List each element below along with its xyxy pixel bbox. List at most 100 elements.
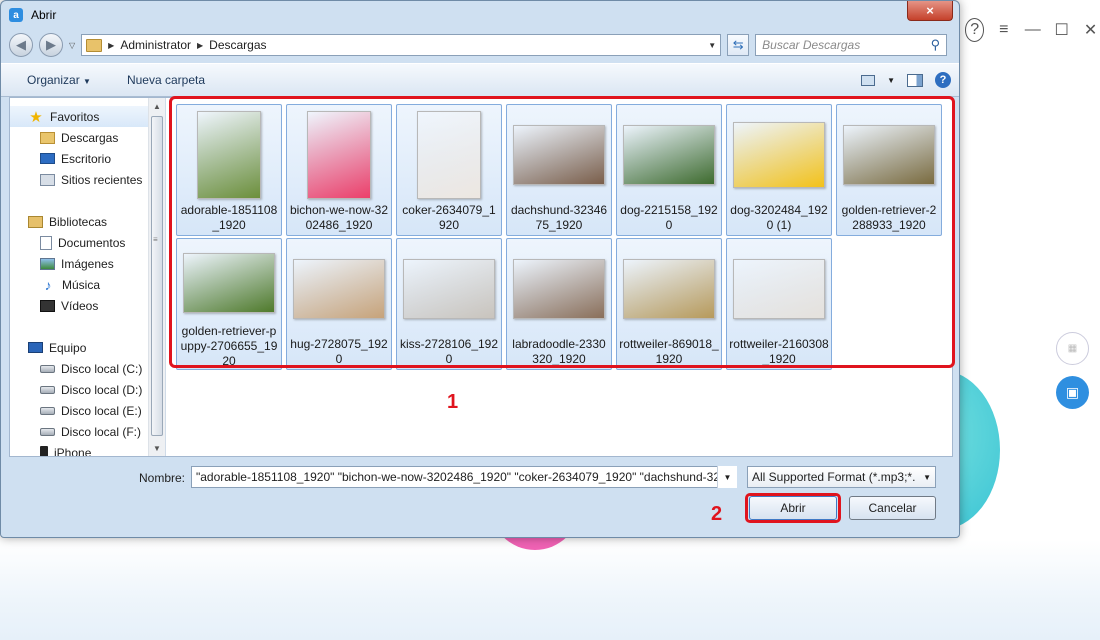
image-thumbnail bbox=[513, 259, 605, 319]
file-type-select[interactable]: All Supported Format (*.mp3;*. ▼ bbox=[747, 466, 936, 488]
breadcrumb-arrow-icon[interactable]: ▶ bbox=[108, 41, 114, 50]
star-icon: ★ bbox=[29, 108, 43, 126]
menu-icon[interactable]: ≡ bbox=[994, 18, 1013, 42]
maximize-icon[interactable]: ☐ bbox=[1052, 18, 1071, 42]
file-item[interactable]: golden-retriever-2288933_1920 bbox=[836, 104, 942, 236]
image-thumbnail bbox=[623, 259, 715, 319]
search-icon[interactable]: ⚲ bbox=[931, 37, 941, 53]
file-item[interactable]: bichon-we-now-3202486_1920 bbox=[286, 104, 392, 236]
thumbnail-frame bbox=[509, 243, 609, 335]
scroll-down-icon[interactable]: ▼ bbox=[149, 440, 165, 456]
video-film-icon bbox=[40, 299, 55, 312]
nav-disk-f[interactable]: Disco local (F:) bbox=[10, 421, 165, 442]
file-name: adorable-1851108_1920 bbox=[180, 203, 278, 232]
nav-libraries[interactable]: Bibliotecas bbox=[10, 211, 165, 232]
address-bar[interactable]: ▶ Administrator ▶ Descargas ▼ bbox=[81, 34, 722, 56]
thumbnail-frame bbox=[509, 109, 609, 201]
file-item[interactable]: golden-retriever-puppy-2706655_1920 bbox=[176, 238, 282, 370]
nav-disk-c[interactable]: Disco local (C:) bbox=[10, 358, 165, 379]
breadcrumb-administrator[interactable]: Administrator bbox=[120, 38, 191, 52]
organize-menu[interactable]: Organizar ▼ bbox=[9, 73, 109, 87]
file-item[interactable]: hug-2728075_1920 bbox=[286, 238, 392, 370]
address-bar-row: ◀ ▶ ▽ ▶ Administrator ▶ Descargas ▼ ⇆ Bu… bbox=[1, 29, 959, 61]
search-input[interactable]: Buscar Descargas ⚲ bbox=[755, 34, 948, 56]
grid-icon[interactable]: ▦ bbox=[1056, 332, 1089, 365]
file-grid: adorable-1851108_1920 bichon-we-now-32024… bbox=[176, 104, 942, 370]
hard-drive-icon bbox=[40, 406, 55, 415]
file-item[interactable]: rottweiler-2160308_1920 bbox=[726, 238, 832, 370]
images-icon bbox=[40, 257, 55, 270]
libraries-icon bbox=[28, 215, 43, 228]
nav-downloads[interactable]: Descargas bbox=[10, 127, 165, 148]
thumbnail-frame bbox=[179, 243, 279, 322]
scroll-thumb[interactable] bbox=[151, 116, 163, 436]
nav-favorites[interactable]: ★ Favoritos bbox=[10, 106, 165, 127]
scroll-up-icon[interactable]: ▲ bbox=[149, 98, 165, 114]
refresh-icon[interactable]: ⇆ bbox=[727, 34, 750, 56]
file-name-dropdown-icon[interactable]: ▼ bbox=[717, 466, 737, 488]
thumbnail-frame bbox=[179, 109, 279, 201]
close-icon[interactable]: ✕ bbox=[1081, 18, 1100, 42]
dialog-help-icon[interactable]: ? bbox=[935, 72, 951, 88]
nav-scrollbar[interactable]: ▲ ≡ ▼ bbox=[148, 98, 165, 456]
file-item[interactable]: dog-3202484_1920 (1) bbox=[726, 104, 832, 236]
dialog-toolbar: Organizar ▼ Nueva carpeta ▼ ? bbox=[1, 63, 959, 97]
back-arrow-icon[interactable]: ◀ bbox=[9, 33, 33, 57]
file-item[interactable]: dog-2215158_1920 bbox=[616, 104, 722, 236]
nav-label: Música bbox=[62, 277, 101, 292]
nav-computer[interactable]: Equipo bbox=[10, 337, 165, 358]
nav-desktop[interactable]: Escritorio bbox=[10, 148, 165, 169]
nav-documents[interactable]: Documentos bbox=[10, 232, 165, 253]
thumbnail-frame bbox=[399, 243, 499, 335]
hard-drive-icon bbox=[40, 364, 55, 373]
file-item[interactable]: labradoodle-2330320_1920 bbox=[506, 238, 612, 370]
step-marker-2: 2 bbox=[711, 503, 723, 525]
dialog-close-button[interactable]: × bbox=[907, 1, 953, 21]
nav-label: Sitios recientes bbox=[61, 172, 143, 187]
nav-music[interactable]: ♪ Música bbox=[10, 274, 165, 295]
thumbnail-frame bbox=[839, 109, 939, 201]
file-name-label: Nombre: bbox=[139, 471, 186, 485]
dialog-footer: Nombre: "adorable-1851108_1920" "bichon-… bbox=[9, 459, 953, 535]
cancel-button[interactable]: Cancelar bbox=[849, 496, 936, 520]
view-dropdown-icon[interactable]: ▼ bbox=[887, 76, 895, 85]
file-name: rottweiler-869018_1920 bbox=[619, 337, 719, 366]
preview-pane-icon[interactable] bbox=[907, 73, 923, 87]
nav-label: Disco local (D:) bbox=[61, 382, 143, 397]
nav-images[interactable]: Imágenes bbox=[10, 253, 165, 274]
nav-iphone[interactable]: iPhone bbox=[10, 442, 165, 456]
file-name-input[interactable]: "adorable-1851108_1920" "bichon-we-now-3… bbox=[191, 466, 737, 488]
nav-label: Escritorio bbox=[61, 151, 112, 166]
file-item[interactable]: rottweiler-869018_1920 bbox=[616, 238, 722, 370]
file-item[interactable]: adorable-1851108_1920 bbox=[176, 104, 282, 236]
new-folder-button[interactable]: Nueva carpeta bbox=[109, 73, 223, 87]
image-thumbnail bbox=[843, 125, 935, 185]
file-item[interactable]: kiss-2728106_1920 bbox=[396, 238, 502, 370]
forward-arrow-icon[interactable]: ▶ bbox=[39, 33, 63, 57]
recent-pages-dropdown-icon[interactable]: ▽ bbox=[69, 41, 75, 50]
nav-disk-e[interactable]: Disco local (E:) bbox=[10, 400, 165, 421]
thumbnail-frame bbox=[289, 243, 389, 335]
nav-disk-d[interactable]: Disco local (D:) bbox=[10, 379, 165, 400]
nav-label: iPhone bbox=[54, 445, 92, 457]
file-name: golden-retriever-puppy-2706655_1920 bbox=[180, 324, 278, 368]
file-name: coker-2634079_1920 bbox=[402, 203, 496, 232]
file-item[interactable]: coker-2634079_1920 bbox=[396, 104, 502, 236]
nav-videos[interactable]: Vídeos bbox=[10, 295, 165, 316]
toolbox-icon[interactable]: ▣ bbox=[1056, 376, 1089, 409]
breadcrumb-descargas[interactable]: Descargas bbox=[209, 38, 266, 52]
file-type-value: All Supported Format (*.mp3;*. bbox=[752, 470, 916, 484]
view-mode-icon[interactable] bbox=[861, 74, 876, 86]
nav-recent-places[interactable]: Sitios recientes bbox=[10, 169, 165, 190]
open-button[interactable]: Abrir bbox=[749, 496, 837, 520]
image-thumbnail bbox=[513, 125, 605, 185]
file-item[interactable]: dachshund-3234675_1920 bbox=[506, 104, 612, 236]
file-name: dog-3202484_1920 (1) bbox=[730, 203, 828, 232]
help-icon[interactable]: ? bbox=[965, 18, 985, 42]
breadcrumb-arrow-icon[interactable]: ▶ bbox=[197, 41, 203, 50]
thumbnail-frame bbox=[619, 109, 719, 201]
address-dropdown-icon[interactable]: ▼ bbox=[708, 41, 716, 50]
computer-icon bbox=[28, 342, 43, 353]
minimize-icon[interactable]: — bbox=[1023, 18, 1042, 42]
file-name: rottweiler-2160308_1920 bbox=[729, 337, 829, 366]
